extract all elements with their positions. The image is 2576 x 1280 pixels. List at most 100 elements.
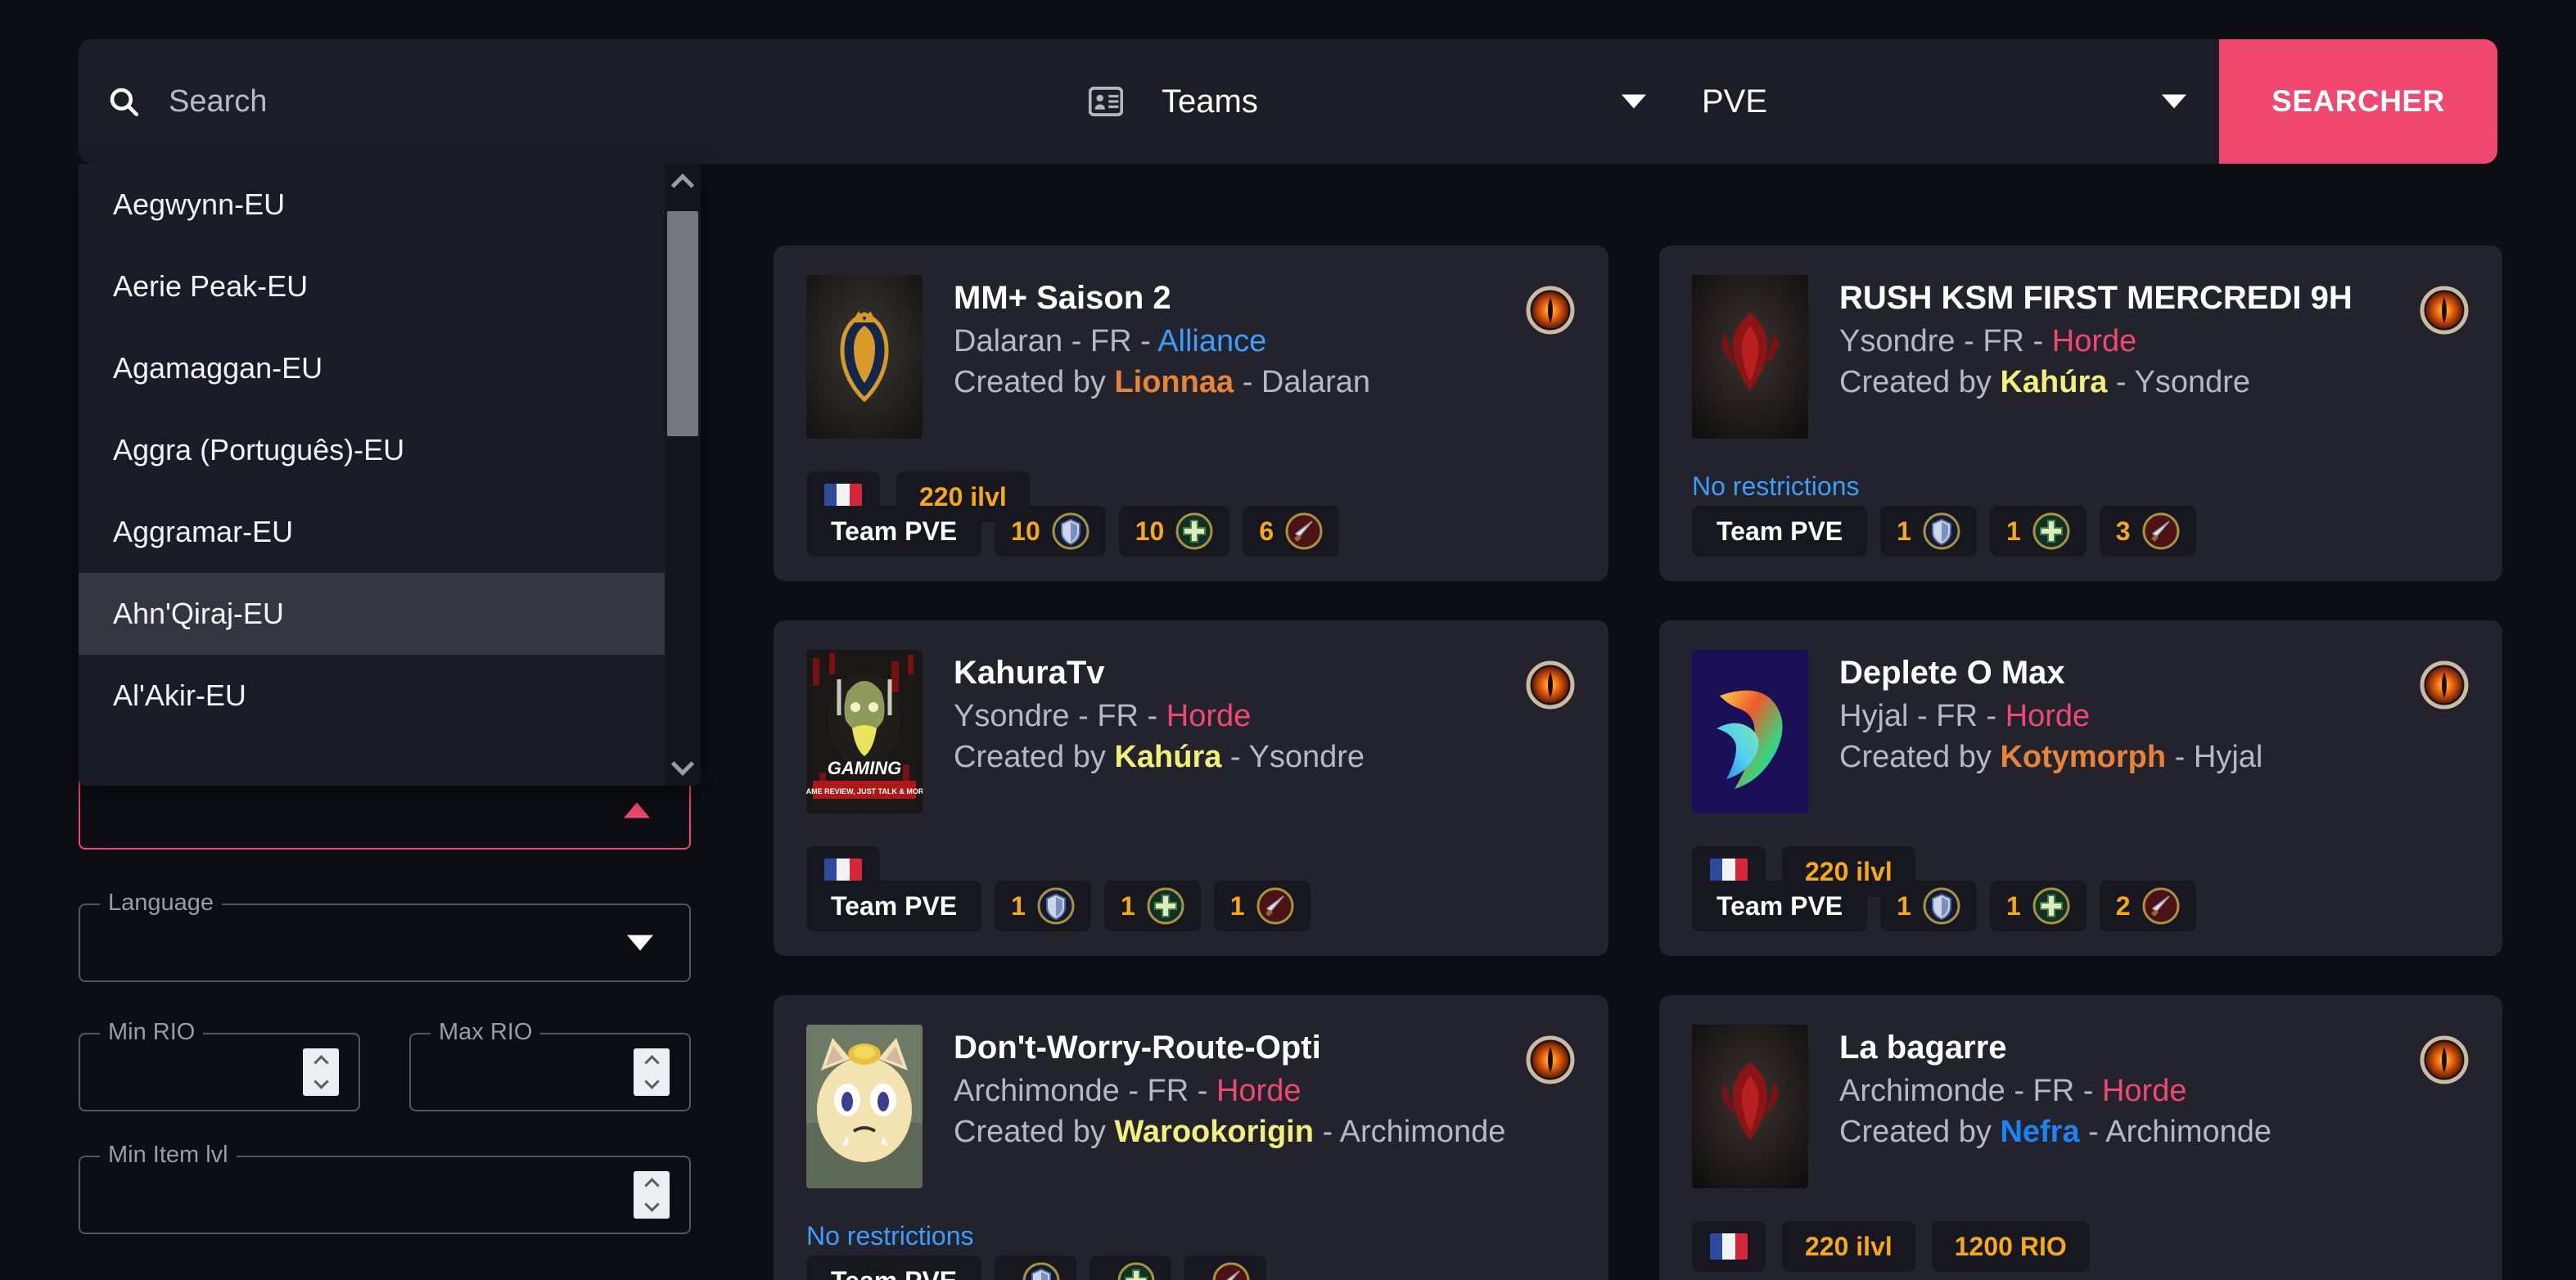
card-creator-line: Created by Kahúra - Ysondre <box>1839 365 2251 400</box>
card-region: FR <box>1097 698 1139 733</box>
card-title: Deplete O Max <box>1839 655 2065 691</box>
card-creator-name[interactable]: Kahúra <box>2000 365 2107 399</box>
min-rio-label: Min RIO <box>100 1019 204 1046</box>
team-type-label: Team PVE <box>831 890 958 921</box>
card-region: FR <box>1936 698 1978 733</box>
result-card[interactable]: GAME REVIEW, JUST TALK & MORE GAMING Kah… <box>774 620 1608 956</box>
card-creator-line: Created by Kotymorph - Hyjal <box>1839 740 2263 775</box>
card-subtitle: Hyjal - FR - Horde <box>1839 698 2091 733</box>
team-type-chip: Team PVE <box>1692 881 1868 931</box>
created-by-label: Created by <box>1839 740 1992 775</box>
search-input-zone[interactable] <box>169 39 1073 164</box>
team-type-chip: Team PVE <box>806 506 982 557</box>
scroll-up-button[interactable] <box>665 164 701 200</box>
card-text: Don't-Worry-Route-Opti Archimonde - FR -… <box>954 1025 1576 1152</box>
card-creator-name[interactable]: Kahúra <box>1114 740 1221 774</box>
role-chip-tank <box>995 1255 1077 1280</box>
server-option[interactable]: Aerie Peak-EU <box>79 246 665 327</box>
role-chip-dps: 3 <box>2099 506 2196 557</box>
role-chip-healer: 1 <box>1989 881 2087 931</box>
chevron-down-icon[interactable] <box>643 1074 660 1089</box>
language-select-field[interactable]: Language <box>79 890 691 982</box>
role-chip-tank: 1 <box>1880 881 1977 931</box>
card-text: MM+ Saison 2 Dalaran - FR - Alliance Cre… <box>954 275 1576 403</box>
server-option[interactable]: Al'Akir-EU <box>79 655 665 737</box>
server-option[interactable]: Ahn'Qiraj-EU <box>79 573 665 655</box>
eye-icon[interactable] <box>2419 285 2470 336</box>
chevron-up-icon[interactable] <box>313 1055 329 1070</box>
role-chip-dps: 6 <box>1243 506 1340 557</box>
max-rio-field[interactable]: Max RIO <box>409 1019 691 1111</box>
max-rio-label: Max RIO <box>431 1019 541 1046</box>
search-mode-select[interactable]: PVE <box>1679 39 2219 164</box>
card-creator-name[interactable]: Lionnaa <box>1114 365 1234 399</box>
card-faction: Horde <box>2051 323 2137 358</box>
dps-icon <box>2142 512 2180 550</box>
min-item-lvl-field[interactable]: Min Item lvl <box>79 1142 691 1234</box>
contact-card-icon <box>1073 86 1139 117</box>
caret-up-icon[interactable] <box>624 802 650 818</box>
caret-down-icon[interactable] <box>627 935 653 951</box>
search-input[interactable] <box>169 39 1073 164</box>
server-dropdown-scrollbar[interactable] <box>665 164 701 786</box>
card-region: FR <box>1089 323 1132 358</box>
card-avatar <box>1692 650 1808 814</box>
chevron-down-icon <box>2162 94 2186 109</box>
chevron-down-icon[interactable] <box>313 1074 329 1089</box>
server-option[interactable]: Agamaggan-EU <box>79 327 665 409</box>
search-type-select[interactable]: Teams <box>1139 39 1679 164</box>
search-mode-label: PVE <box>1702 83 1768 119</box>
min-rio-field[interactable]: Min RIO <box>79 1019 360 1111</box>
role-count-dps: 6 <box>1259 516 1274 546</box>
role-chip-healer: 1 <box>1103 881 1201 931</box>
eye-icon[interactable] <box>1525 1034 1576 1085</box>
scrollbar-thumb[interactable] <box>667 211 698 436</box>
card-avatar <box>1692 275 1808 439</box>
card-realm: Ysondre <box>1839 323 1956 358</box>
result-card[interactable]: MM+ Saison 2 Dalaran - FR - Alliance Cre… <box>774 246 1608 581</box>
role-chip-dps: 2 <box>2099 881 2196 931</box>
card-creator-line: Created by Nefra - Archimonde <box>1839 1115 2272 1150</box>
role-count-dps: 3 <box>2115 516 2131 546</box>
card-faction: Alliance <box>1157 323 1267 358</box>
chevron-up-icon[interactable] <box>643 1178 660 1193</box>
max-rio-stepper[interactable] <box>634 1048 670 1096</box>
svg-text:GAME REVIEW, JUST TALK & MORE: GAME REVIEW, JUST TALK & MORE <box>806 787 923 795</box>
card-creator-name[interactable]: Kotymorph <box>2000 740 2166 774</box>
chevron-down-icon[interactable] <box>643 1197 660 1212</box>
min-rio-stepper[interactable] <box>303 1048 339 1096</box>
card-creator-realm: Archimonde <box>1339 1115 1506 1150</box>
result-card[interactable]: Don't-Worry-Route-Opti Archimonde - FR -… <box>774 995 1608 1280</box>
card-region: FR <box>1983 323 2024 358</box>
role-count-healer: 1 <box>1120 890 1135 921</box>
server-option[interactable]: Aggra (Português)-EU <box>79 409 665 491</box>
card-realm: Ysondre <box>954 698 1070 733</box>
chevron-up-icon[interactable] <box>643 1055 660 1070</box>
role-count-tank: 10 <box>1011 516 1040 546</box>
search-icon[interactable] <box>79 84 169 119</box>
chevron-down-icon <box>670 752 695 776</box>
result-card[interactable]: RUSH KSM FIRST MERCREDI 9H Ysondre - FR … <box>1659 246 2502 581</box>
min-item-lvl-stepper[interactable] <box>634 1171 670 1219</box>
card-header: GAME REVIEW, JUST TALK & MORE GAMING Kah… <box>806 650 1576 814</box>
result-card[interactable]: La bagarre Archimonde - FR - Horde Creat… <box>1659 995 2502 1280</box>
search-submit-button[interactable]: SEARCHER <box>2219 39 2497 164</box>
server-option[interactable]: Aegwynn-EU <box>79 164 665 246</box>
role-chip-dps <box>1184 1255 1267 1280</box>
card-creator-name[interactable]: Nefra <box>2000 1115 2079 1149</box>
role-count-healer: 10 <box>1135 516 1165 546</box>
card-creator-realm: Archimonde <box>2105 1115 2272 1150</box>
role-chip-healer: 1 <box>1989 506 2087 557</box>
card-creator-realm: Hyjal <box>2193 740 2263 775</box>
eye-icon[interactable] <box>2419 1034 2470 1085</box>
eye-icon[interactable] <box>2419 660 2470 710</box>
server-option[interactable]: Aggramar-EU <box>79 491 665 573</box>
eye-icon[interactable] <box>1525 285 1576 336</box>
created-by-label: Created by <box>954 1115 1106 1150</box>
result-card[interactable]: Deplete O Max Hyjal - FR - Horde Created… <box>1659 620 2502 956</box>
scroll-down-button[interactable] <box>665 750 701 786</box>
card-header: MM+ Saison 2 Dalaran - FR - Alliance Cre… <box>806 275 1576 439</box>
card-role-row: Team PVE 1 1 2 <box>1692 881 2196 931</box>
eye-icon[interactable] <box>1525 660 1576 710</box>
card-creator-name[interactable]: Warookorigin <box>1114 1115 1313 1149</box>
